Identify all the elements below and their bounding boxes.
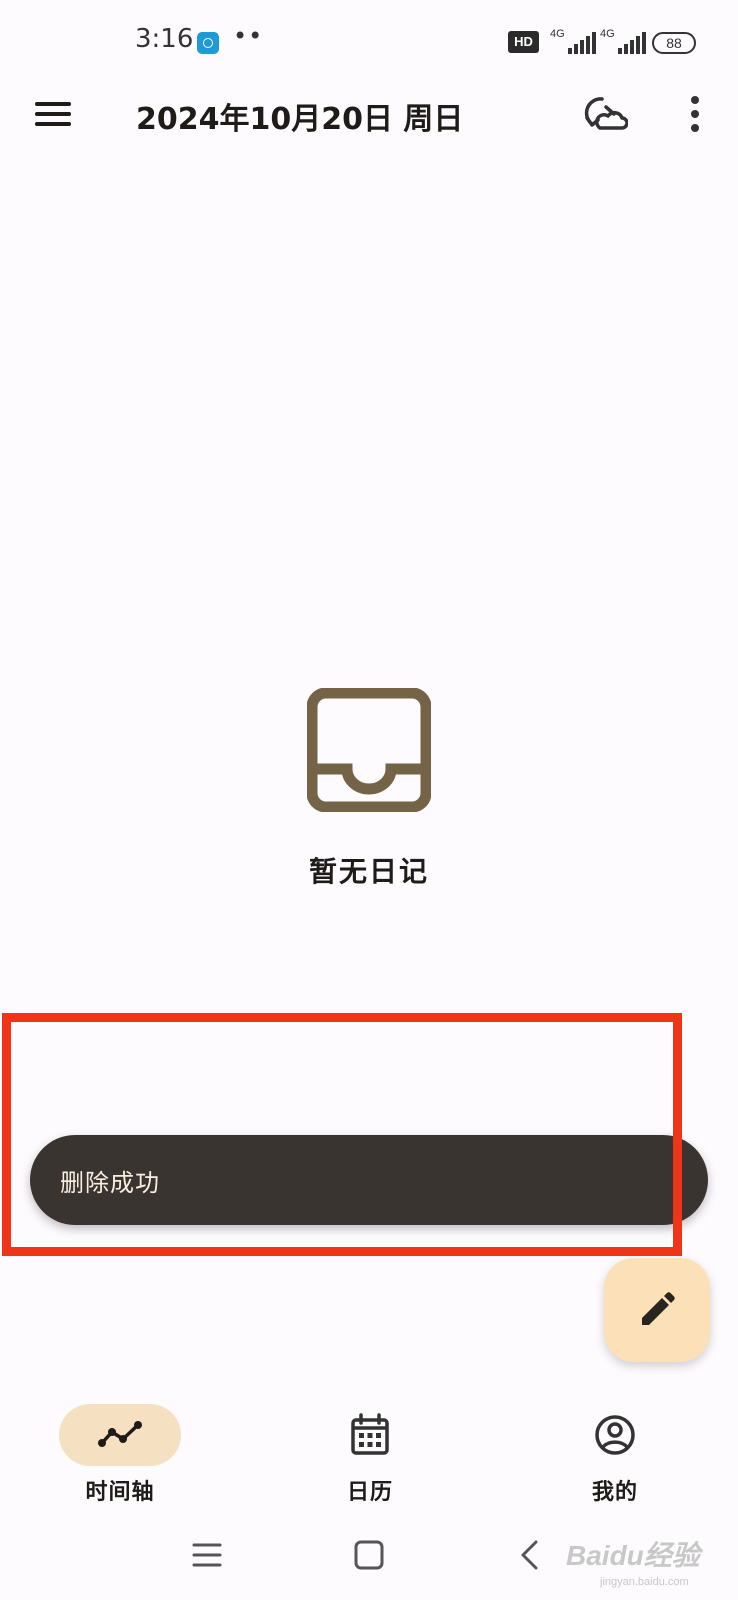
bottom-navigation: 时间轴 日历 我的 [0, 1390, 738, 1520]
notification-app-icon [197, 32, 219, 54]
sync-icon[interactable] [584, 94, 629, 134]
nav-label: 时间轴 [85, 1480, 155, 1505]
more-options-icon[interactable] [683, 96, 707, 134]
network-type-label: 4G [550, 28, 565, 40]
page-title: 2024年10月20日 周日 [136, 102, 464, 137]
snackbar: 删除成功 [30, 1135, 708, 1225]
nav-item-timeline[interactable]: 时间轴 [40, 1404, 200, 1514]
calendar-icon [351, 1413, 389, 1455]
network-type-label: 4G [600, 28, 615, 40]
inbox-icon [307, 688, 431, 812]
recents-menu-icon[interactable] [192, 1540, 222, 1570]
menu-icon[interactable] [35, 100, 71, 128]
status-bar: 3:16 •• HD 4G 4G 88 [0, 0, 738, 84]
new-diary-fab[interactable] [604, 1258, 710, 1362]
snackbar-message: 删除成功 [60, 1169, 160, 1197]
app-bar: 2024年10月20日 周日 [0, 84, 738, 148]
hd-badge: HD [508, 31, 539, 53]
nav-item-profile[interactable]: 我的 [535, 1404, 695, 1514]
empty-state: 暂无日记 [0, 688, 738, 890]
signal-icon: 4G [600, 28, 646, 54]
nav-item-calendar[interactable]: 日历 [290, 1404, 450, 1514]
timeline-icon [98, 1421, 142, 1447]
back-chevron-icon[interactable] [520, 1540, 540, 1570]
account-circle-icon [595, 1415, 635, 1455]
baidu-watermark: Baidu经验 [566, 1540, 700, 1571]
signal-icon: 4G [550, 28, 596, 54]
system-navigation-bar: Baidu经验 jingyan.baidu.com [0, 1520, 738, 1600]
nav-label: 日历 [346, 1480, 393, 1505]
home-square-icon[interactable] [354, 1540, 384, 1570]
baidu-watermark-url: jingyan.baidu.com [600, 1576, 689, 1588]
edit-pencil-icon [642, 1292, 675, 1325]
status-time: 3:16 [135, 24, 194, 54]
notification-dots: •• [233, 22, 264, 50]
empty-state-text: 暂无日记 [308, 855, 429, 888]
nav-label: 我的 [591, 1480, 638, 1505]
battery-indicator: 88 [652, 32, 696, 54]
